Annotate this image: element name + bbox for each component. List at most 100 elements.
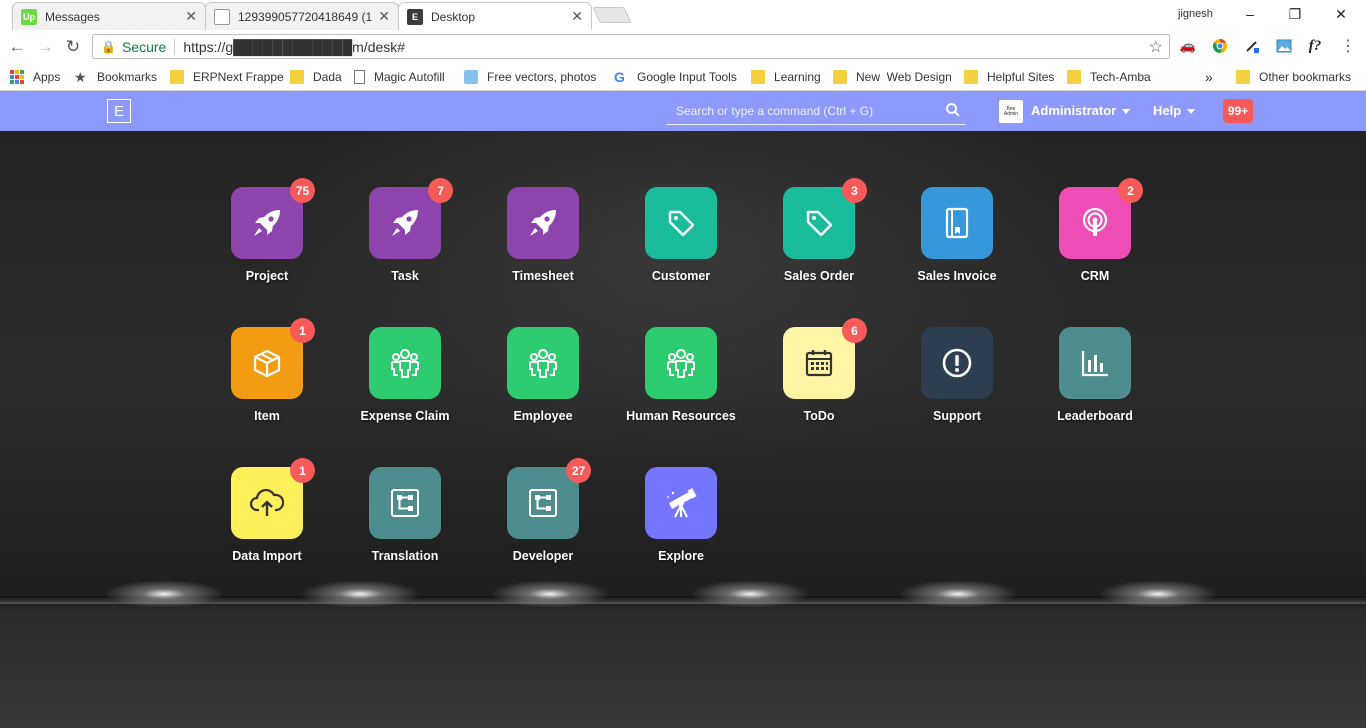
module-tile[interactable] [645, 327, 717, 399]
bookmark-tech-amba[interactable]: Tech-Amba [1067, 68, 1151, 86]
module-customer[interactable]: Customer [611, 187, 751, 297]
module-label[interactable]: Developer [513, 549, 573, 563]
back-arrow-icon[interactable]: ← [6, 36, 28, 58]
module-leaderboard[interactable]: Leaderboard [1025, 327, 1165, 437]
window-close-icon[interactable]: ✕ [1331, 4, 1351, 24]
module-developer[interactable]: 27 Developer [473, 458, 613, 577]
module-tile[interactable]: 6 [783, 318, 867, 399]
module-tile[interactable]: 27 [507, 458, 591, 539]
module-label[interactable]: Support [933, 409, 981, 423]
module-data-import[interactable]: 1 Data Import [197, 458, 337, 577]
module-label[interactable]: Human Resources [626, 409, 736, 423]
bookmark-new-web-design[interactable]: New Web Design [833, 68, 952, 86]
module-todo[interactable]: 6 ToDo [749, 318, 889, 437]
module-project[interactable]: 75 Project [197, 178, 337, 297]
module-tile[interactable] [921, 327, 993, 399]
module-tile[interactable] [507, 187, 579, 259]
extension-chrome-icon[interactable] [1211, 37, 1229, 55]
module-expense-claim[interactable]: Expense Claim [335, 327, 475, 437]
module-label[interactable]: Expense Claim [361, 409, 450, 423]
browser-menu-icon[interactable]: ⋮ [1339, 37, 1357, 55]
minimize-icon[interactable]: – [1240, 4, 1260, 24]
module-tile[interactable]: 3 [783, 178, 867, 259]
extension-picture-icon[interactable] [1275, 37, 1293, 55]
module-employee[interactable]: Employee [473, 327, 613, 437]
close-icon[interactable]: ✕ [185, 8, 197, 25]
bookmark-bookmarks[interactable]: ★ Bookmarks [74, 68, 157, 86]
search-input[interactable] [666, 98, 936, 124]
bookmark-learning[interactable]: Learning [751, 68, 821, 86]
help-label: Help [1153, 103, 1182, 118]
help-menu-dropdown[interactable]: Help [1153, 103, 1196, 118]
avatar[interactable]: Bee Admin [999, 100, 1023, 123]
close-icon[interactable]: ✕ [571, 8, 583, 25]
new-tab-button[interactable] [592, 7, 632, 23]
module-tile[interactable] [645, 467, 717, 539]
module-translation[interactable]: Translation [335, 467, 475, 577]
browser-profile-name[interactable]: jignesh [1178, 8, 1213, 20]
bookmark-erpnext-frappe[interactable]: ERPNext Frappe [170, 68, 284, 86]
module-label[interactable]: ToDo [803, 409, 834, 423]
bookmark-helpful-sites[interactable]: Helpful Sites [964, 68, 1054, 86]
module-tile[interactable] [369, 467, 441, 539]
module-tile[interactable] [507, 327, 579, 399]
app-logo[interactable]: E [107, 99, 131, 123]
module-label[interactable]: Translation [372, 549, 439, 563]
url-text[interactable]: https://g████████████m/desk# [183, 39, 405, 55]
browser-tab-document[interactable]: 129399057720418649 (1 ✕ [205, 2, 399, 30]
module-tile[interactable] [1059, 327, 1131, 399]
module-label[interactable]: Leaderboard [1057, 409, 1133, 423]
browser-tab-messages[interactable]: Up Messages ✕ [12, 2, 206, 30]
module-label[interactable]: Timesheet [512, 269, 574, 283]
module-label[interactable]: Employee [513, 409, 572, 423]
bookmark-apps[interactable]: Apps [10, 68, 60, 86]
reload-icon[interactable]: ↻ [62, 36, 84, 58]
search-icon[interactable] [946, 103, 960, 117]
count-badge: 2 [1118, 178, 1143, 203]
module-tile[interactable] [645, 187, 717, 259]
module-tile[interactable]: 2 [1059, 178, 1143, 259]
module-tile[interactable]: 7 [369, 178, 453, 259]
bookmark-star-icon[interactable]: ☆ [1149, 37, 1163, 57]
bookmarks-overflow-button[interactable]: » [1205, 68, 1213, 86]
module-explore[interactable]: Explore [611, 467, 751, 577]
module-label[interactable]: Item [254, 409, 280, 423]
module-label[interactable]: Sales Order [784, 269, 854, 283]
module-timesheet[interactable]: Timesheet [473, 187, 613, 297]
extension-eyedropper-icon[interactable] [1243, 37, 1261, 55]
bookmark-dada[interactable]: Dada [290, 68, 342, 86]
bookmark-magic-autofill[interactable]: Magic Autofill [354, 68, 445, 86]
module-tile[interactable]: 75 [231, 178, 315, 259]
module-label[interactable]: Explore [658, 549, 704, 563]
module-tile[interactable] [921, 187, 993, 259]
module-tile[interactable]: 1 [231, 318, 315, 399]
browser-tab-desktop[interactable]: E Desktop ✕ [398, 2, 592, 30]
module-label[interactable]: Sales Invoice [917, 269, 996, 283]
module-label[interactable]: Data Import [232, 549, 301, 563]
module-crm[interactable]: 2 CRM [1025, 178, 1165, 297]
module-sales-order[interactable]: 3 Sales Order [749, 178, 889, 297]
extension-function-icon[interactable]: f? [1306, 37, 1324, 55]
notifications-badge[interactable]: 99+ [1223, 99, 1253, 123]
bookmark-other-bookmarks[interactable]: Other bookmarks [1236, 68, 1351, 86]
address-bar[interactable]: 🔒 Secure https://g████████████m/desk# ☆ [92, 34, 1170, 59]
module-support[interactable]: Support [887, 327, 1027, 437]
restore-icon[interactable]: ❐ [1285, 4, 1305, 24]
bookmark-free-vectors[interactable]: Free vectors, photos a [464, 68, 600, 86]
module-task[interactable]: 7 Task [335, 178, 475, 297]
tag-icon [804, 208, 834, 238]
close-icon[interactable]: ✕ [378, 8, 390, 25]
user-menu-dropdown[interactable]: Administrator [1031, 103, 1131, 118]
module-label[interactable]: CRM [1081, 269, 1109, 283]
module-label[interactable]: Customer [652, 269, 710, 283]
bookmark-google-input-tools[interactable]: G Google Input Tools [614, 68, 737, 86]
module-item[interactable]: 1 Item [197, 318, 337, 437]
extension-car-icon[interactable]: 🚗 [1179, 37, 1197, 55]
module-label[interactable]: Project [246, 269, 288, 283]
module-tile[interactable]: 1 [231, 458, 315, 539]
module-human-resources[interactable]: Human Resources [611, 327, 751, 437]
module-label[interactable]: Task [391, 269, 419, 283]
module-sales-invoice[interactable]: Sales Invoice [887, 187, 1027, 297]
forward-arrow-icon[interactable]: → [34, 36, 56, 58]
module-tile[interactable] [369, 327, 441, 399]
